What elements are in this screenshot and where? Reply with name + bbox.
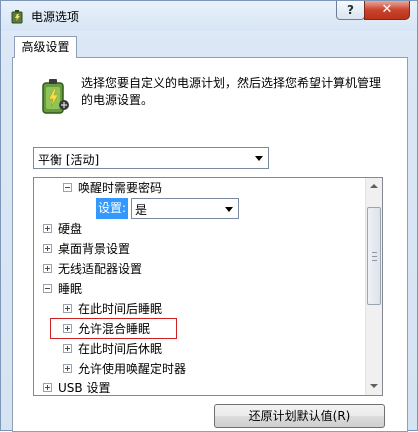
description-text: 选择您要自定义的电源计划，然后选择您希望计算机管理的电源设置。 — [81, 76, 382, 107]
collapse-icon[interactable] — [43, 284, 52, 293]
power-options-window: 电源选项 ? ✕ 高级设置 选择您要自定义的电源计划，然后选择您希望计算机管理的… — [0, 0, 418, 432]
tree-item-desktop-background[interactable]: 桌面背景设置 — [34, 239, 364, 259]
settings-tree[interactable]: 唤醒时需要密码 设置: 是 硬盘 桌面背景设置 无线适配器设置 睡眠 在此时间后… — [33, 177, 383, 396]
power-plan-value: 平衡 [活动] — [38, 153, 100, 167]
expand-icon[interactable] — [63, 364, 72, 373]
scrollbar-thumb[interactable] — [367, 207, 381, 305]
expand-icon[interactable] — [63, 344, 72, 353]
scroll-up-icon[interactable] — [366, 178, 382, 195]
power-plan-select[interactable]: 平衡 [活动] — [33, 147, 269, 169]
tree-item-sleep-after[interactable]: 在此时间后睡眠 — [34, 299, 364, 319]
power-options-icon — [11, 10, 23, 24]
tree-item-label: 在此时间后睡眠 — [78, 302, 163, 316]
highlight-box — [50, 318, 177, 339]
tree-item-usb-settings[interactable]: USB 设置 — [34, 378, 364, 395]
expand-icon[interactable] — [43, 383, 52, 392]
scroll-down-icon[interactable] — [366, 378, 382, 395]
expand-icon[interactable] — [43, 224, 52, 233]
collapse-icon[interactable] — [63, 183, 72, 192]
restore-defaults-button[interactable]: 还原计划默认值(R) — [214, 404, 385, 428]
tree-item-sleep[interactable]: 睡眠 — [34, 279, 364, 299]
help-button[interactable]: ? — [336, 1, 365, 20]
setting-value: 是 — [135, 203, 148, 217]
tree-item-label: 在此时间后休眠 — [78, 342, 163, 356]
expand-icon[interactable] — [43, 264, 52, 273]
chevron-down-icon — [255, 156, 263, 161]
tree-item-wireless-adapter[interactable]: 无线适配器设置 — [34, 259, 364, 279]
tree-item-label: 唤醒时需要密码 — [78, 181, 163, 195]
close-button[interactable]: ✕ — [364, 1, 410, 20]
window-title: 电源选项 — [31, 10, 80, 24]
title-bar[interactable]: 电源选项 ? ✕ — [1, 1, 417, 31]
chevron-down-icon — [225, 207, 233, 212]
tree-item-wake-timers[interactable]: 允许使用唤醒定时器 — [34, 359, 364, 379]
tree-item-label: 无线适配器设置 — [58, 262, 143, 276]
tree-item-label: 睡眠 — [58, 282, 83, 296]
tree-item-hibernate-after[interactable]: 在此时间后休眠 — [34, 339, 364, 359]
tree-item-label: 桌面背景设置 — [58, 242, 131, 256]
tree-item-label: 允许使用唤醒定时器 — [78, 362, 187, 376]
tree-item-wake-password[interactable]: 唤醒时需要密码 — [34, 178, 364, 198]
setting-value-select[interactable]: 是 — [131, 198, 239, 219]
tree-item-hard-disk[interactable]: 硬盘 — [34, 219, 364, 239]
vertical-scrollbar[interactable] — [365, 178, 382, 395]
expand-icon[interactable] — [63, 304, 72, 313]
grip-icon — [372, 252, 377, 261]
tree-item-label: USB 设置 — [58, 381, 111, 395]
expand-icon[interactable] — [43, 244, 52, 253]
tree-item-label: 硬盘 — [58, 222, 83, 236]
tab-advanced-settings[interactable]: 高级设置 — [14, 36, 77, 58]
battery-icon — [42, 79, 69, 114]
setting-label: 设置: — [96, 198, 129, 219]
